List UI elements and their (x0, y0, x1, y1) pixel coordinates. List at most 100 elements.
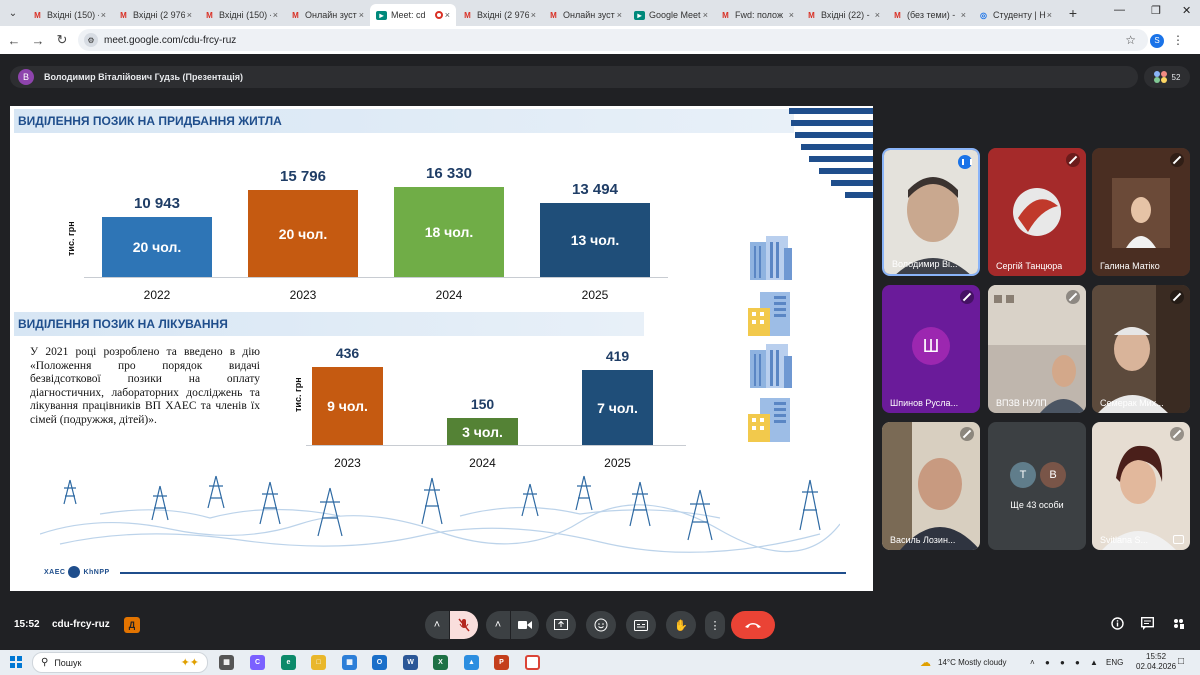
close-tab-icon[interactable]: × (789, 10, 794, 20)
powerpoint-icon[interactable]: P (494, 655, 509, 670)
tab-title: Google Meet (649, 10, 701, 20)
tray-chevron-icon[interactable]: ˄ (1030, 658, 1035, 667)
close-tab-icon[interactable]: × (875, 10, 880, 20)
reactions-button[interactable] (586, 611, 616, 639)
tab-search-chevron-icon[interactable]: ⌄ (0, 0, 26, 26)
browser-tab[interactable]: M Вхідні (2 976) × (456, 4, 542, 26)
chrome-icon[interactable] (525, 655, 540, 670)
captions-button[interactable] (626, 611, 656, 639)
close-window-icon[interactable]: ✕ (1182, 4, 1191, 17)
more-options-button[interactable]: ⋮ (705, 611, 725, 639)
section-treatment-title: ВИДІЛЕННЯ ПОЗИК НА ЛІКУВАННЯ (18, 317, 228, 331)
back-icon[interactable]: ← (2, 33, 26, 48)
participant-avatar: Т (1010, 462, 1036, 488)
browser-tab[interactable]: M Онлайн зуст × (284, 4, 370, 26)
participant-tile[interactable]: Сергій Танцюра (988, 148, 1086, 276)
participant-tile[interactable]: Василь Лозин... (882, 422, 980, 550)
browser-tab[interactable]: M (без теми) - × (886, 4, 972, 26)
close-tab-icon[interactable]: × (617, 10, 622, 20)
section-treatment-header: ВИДІЛЕННЯ ПОЗИК НА ЛІКУВАННЯ (14, 312, 644, 336)
profile-avatar[interactable]: S (1150, 34, 1164, 48)
edge-icon[interactable]: e (281, 655, 296, 670)
microphone-tray-icon[interactable]: ● (1060, 658, 1065, 667)
host-controls-icon[interactable] (1172, 617, 1185, 633)
photos-icon[interactable]: ▲ (464, 655, 479, 670)
building-icon (750, 344, 792, 388)
browser-tab[interactable]: M Вхідні (150) - × (198, 4, 284, 26)
bar-count-label: 7 чол. (597, 399, 638, 416)
participant-name: ВПЗВ НУЛП (996, 398, 1047, 408)
browser-tab[interactable]: M Вхідні (2 976) × (112, 4, 198, 26)
bookmark-star-icon[interactable]: ☆ (1125, 33, 1136, 47)
store-icon[interactable]: ▦ (342, 655, 357, 670)
browser-tab[interactable]: M Вхідні (22) - × (800, 4, 886, 26)
close-tab-icon[interactable]: × (101, 10, 106, 20)
participant-video (1092, 148, 1190, 276)
microphone-off-button[interactable] (450, 611, 478, 639)
participant-tile[interactable]: Семерак Мих... (1092, 285, 1190, 413)
browser-tab[interactable]: M Fwd: полож × (714, 4, 800, 26)
browser-tab[interactable]: M Вхідні (150) - × (26, 4, 112, 26)
reload-icon[interactable]: ↻ (50, 32, 74, 48)
emoji-icon (594, 618, 608, 632)
address-bar[interactable]: ⚙ meet.google.com/cdu-frcy-ruz ☆ (78, 29, 1148, 51)
tab-title: Meet: cd (391, 10, 426, 20)
task-view-icon[interactable]: ▦ (219, 655, 234, 670)
raise-hand-button[interactable]: ✋ (666, 611, 696, 639)
tray-app-icon[interactable]: ● (1045, 658, 1050, 667)
close-tab-icon[interactable]: × (703, 10, 708, 20)
new-tab-button[interactable]: + (1062, 5, 1084, 21)
browser-tab[interactable]: ▸ Meet: cd × (370, 4, 456, 26)
close-tab-icon[interactable]: × (531, 10, 536, 20)
volume-icon[interactable]: ▲ (1090, 658, 1098, 667)
participant-tile[interactable]: Ш Шпинов Русла... (882, 285, 980, 413)
word-icon[interactable]: W (403, 655, 418, 670)
meeting-info-icon[interactable] (1111, 617, 1124, 633)
forward-icon[interactable]: → (26, 33, 50, 48)
site-info-icon[interactable]: ⚙ (84, 33, 98, 47)
clock[interactable]: 15:52 02.04.2026 (1136, 652, 1176, 672)
participant-tile[interactable]: ВПЗВ НУЛП (988, 285, 1086, 413)
participant-video (988, 285, 1086, 413)
browser-tab[interactable]: M Онлайн зуст × (542, 4, 628, 26)
close-tab-icon[interactable]: × (273, 10, 278, 20)
network-icon[interactable]: ● (1075, 658, 1080, 667)
notifications-icon[interactable]: □ (1178, 656, 1184, 667)
participant-tile[interactable]: Svitlana S... (1092, 422, 1190, 550)
more-participants-tile[interactable]: Т В Ще 43 особи (988, 422, 1086, 550)
meeting-time: 15:52 (14, 619, 40, 630)
tab-title: Вхідні (2 976) (477, 10, 529, 20)
activities-icon[interactable]: Д (124, 617, 140, 633)
outlook-icon[interactable]: O (372, 655, 387, 670)
restore-icon[interactable]: ❐ (1151, 4, 1161, 17)
windows-start-icon[interactable] (10, 656, 22, 668)
taskbar-search-box[interactable]: ⚲ Пошук ✦✦ (32, 652, 208, 673)
present-screen-button[interactable] (546, 611, 576, 639)
meeting-controls-bar: 15:52 cdu-frcy-ruz Д ˄ ˄ ✋ ⋮ (0, 600, 1200, 650)
video-options-chevron-icon[interactable]: ˄ (486, 611, 510, 639)
browser-tab[interactable]: ▸ Google Meet × (628, 4, 714, 26)
recording-indicator-icon (434, 11, 443, 19)
audio-options-chevron-icon[interactable]: ˄ (425, 611, 449, 639)
language-indicator[interactable]: ENG (1106, 658, 1123, 667)
minimize-icon[interactable]: — (1114, 4, 1125, 16)
browser-tab[interactable]: ◎ Студенту | Н × (972, 4, 1058, 26)
participant-tile[interactable]: Володимир Ві... (882, 148, 980, 276)
close-tab-icon[interactable]: × (359, 10, 364, 20)
leave-call-button[interactable] (731, 611, 775, 639)
weather-text[interactable]: 14°C Mostly cloudy (938, 658, 1007, 667)
close-tab-icon[interactable]: × (187, 10, 192, 20)
participant-tile[interactable]: Галина Матіко (1092, 148, 1190, 276)
people-count-button[interactable]: 52 (1144, 66, 1190, 88)
file-explorer-icon[interactable]: □ (311, 655, 326, 670)
browser-menu-icon[interactable]: ⋮ (1172, 33, 1184, 47)
gmail-icon: M (894, 10, 901, 20)
close-tab-icon[interactable]: × (961, 10, 966, 20)
excel-icon[interactable]: X (433, 655, 448, 670)
camera-button[interactable] (511, 611, 539, 639)
chat-icon[interactable] (1140, 616, 1155, 633)
close-tab-icon[interactable]: × (1047, 10, 1052, 20)
copilot-icon[interactable]: C (250, 655, 265, 670)
pip-icon[interactable] (1173, 535, 1184, 544)
close-tab-icon[interactable]: × (445, 10, 450, 20)
